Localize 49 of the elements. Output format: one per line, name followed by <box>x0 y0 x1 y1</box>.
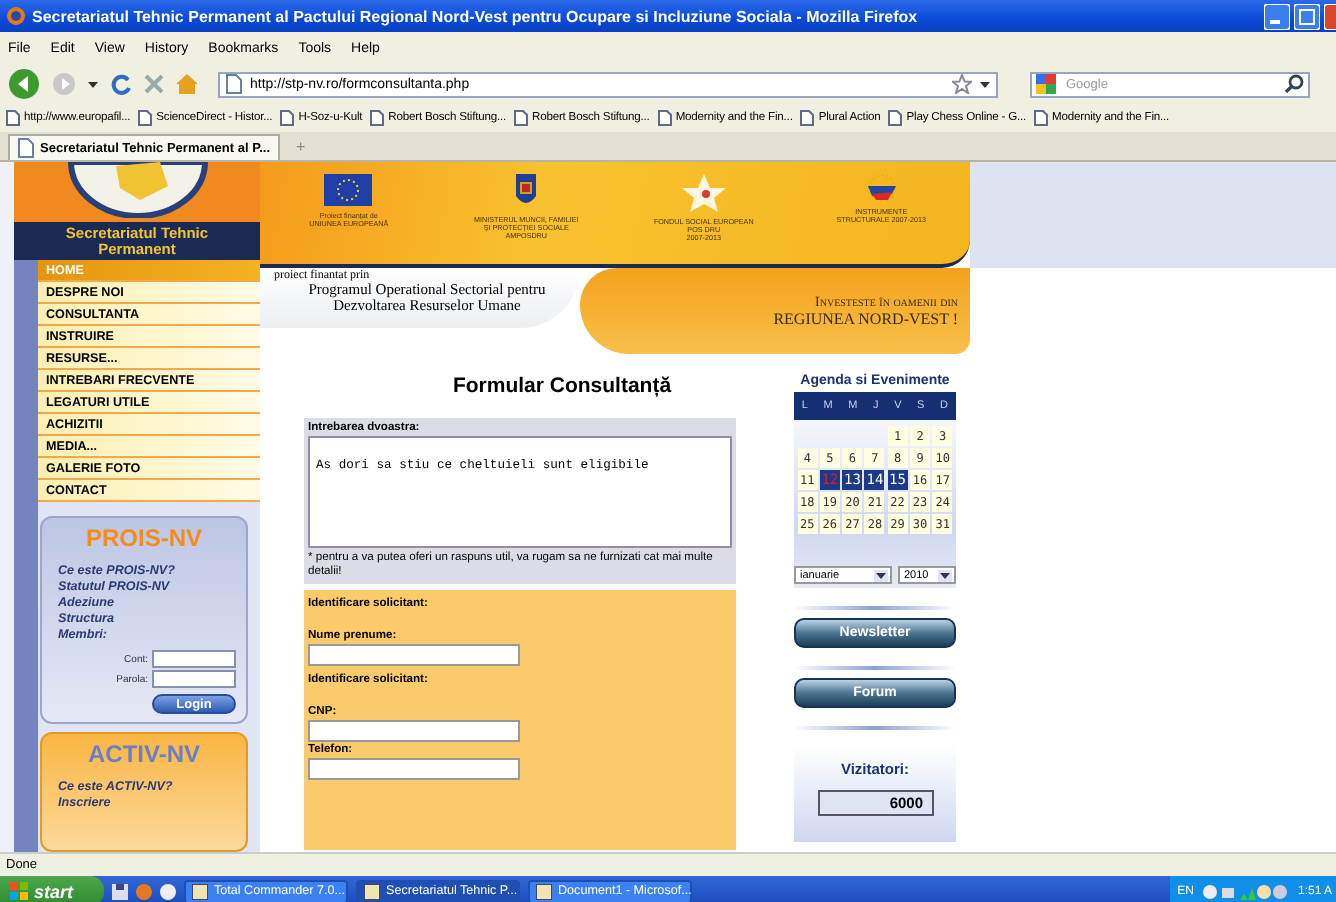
input-field[interactable] <box>152 650 236 669</box>
app-icon <box>192 883 208 899</box>
bookmark-icon <box>657 110 672 126</box>
bookmark-icon <box>138 110 153 126</box>
bookmark-icon <box>888 110 903 126</box>
minimize-button[interactable] <box>1264 3 1290 29</box>
slogan-region: REGIUNEA NORD-VEST ! <box>773 310 958 328</box>
back-button[interactable] <box>8 68 40 100</box>
flag-icon <box>324 174 373 206</box>
bookmark-icon <box>6 110 20 126</box>
emblem-icon <box>867 174 896 202</box>
reload-icon[interactable] <box>110 73 132 95</box>
page-icon <box>226 74 242 94</box>
dropdown-icon <box>938 569 952 581</box>
emblem-drawing <box>67 162 207 218</box>
app-icon <box>536 883 552 899</box>
star-icon <box>681 174 726 212</box>
search-icon[interactable] <box>1284 74 1304 94</box>
dropdown-icon[interactable] <box>88 81 98 87</box>
dropdown-icon[interactable] <box>980 81 990 87</box>
box-title: ACTIV-NV <box>85 740 202 769</box>
bookmark-icon <box>1034 110 1049 126</box>
bookmark-icon <box>370 110 385 126</box>
start-button[interactable]: start <box>0 876 104 902</box>
bookmark-icon <box>800 110 815 126</box>
input-field[interactable] <box>308 720 520 742</box>
window-title: Secretariatul Tehnic Permanent al Pactului Regional Nord-Vest pentru Ocupare si Incluziune Sociala - Mozilla Firefox <box>32 7 920 25</box>
bookmark-icon <box>280 110 295 126</box>
globe-icon <box>6 6 26 26</box>
input-field[interactable] <box>152 670 236 689</box>
app-icon <box>364 883 380 899</box>
windows-flag-icon <box>10 882 28 900</box>
bookmark-icon <box>514 110 528 126</box>
browser-icon[interactable] <box>136 883 152 899</box>
floppy-icon[interactable] <box>112 883 128 899</box>
page-icon <box>18 138 34 158</box>
input-field[interactable] <box>308 644 520 666</box>
box-title: PROIS-NV <box>83 524 204 553</box>
dropdown-icon <box>874 569 888 581</box>
star-icon[interactable] <box>952 74 972 94</box>
page-heading: Formular Consultanță <box>452 374 672 398</box>
disc-icon[interactable] <box>160 883 176 899</box>
input-field[interactable] <box>308 758 520 780</box>
home-icon[interactable] <box>176 74 198 94</box>
tray-icons-drawing <box>1201 883 1290 899</box>
close-button[interactable] <box>1324 3 1336 29</box>
stop-icon[interactable] <box>144 74 164 94</box>
google-icon <box>1036 74 1060 94</box>
maximize-button[interactable] <box>1294 3 1320 29</box>
